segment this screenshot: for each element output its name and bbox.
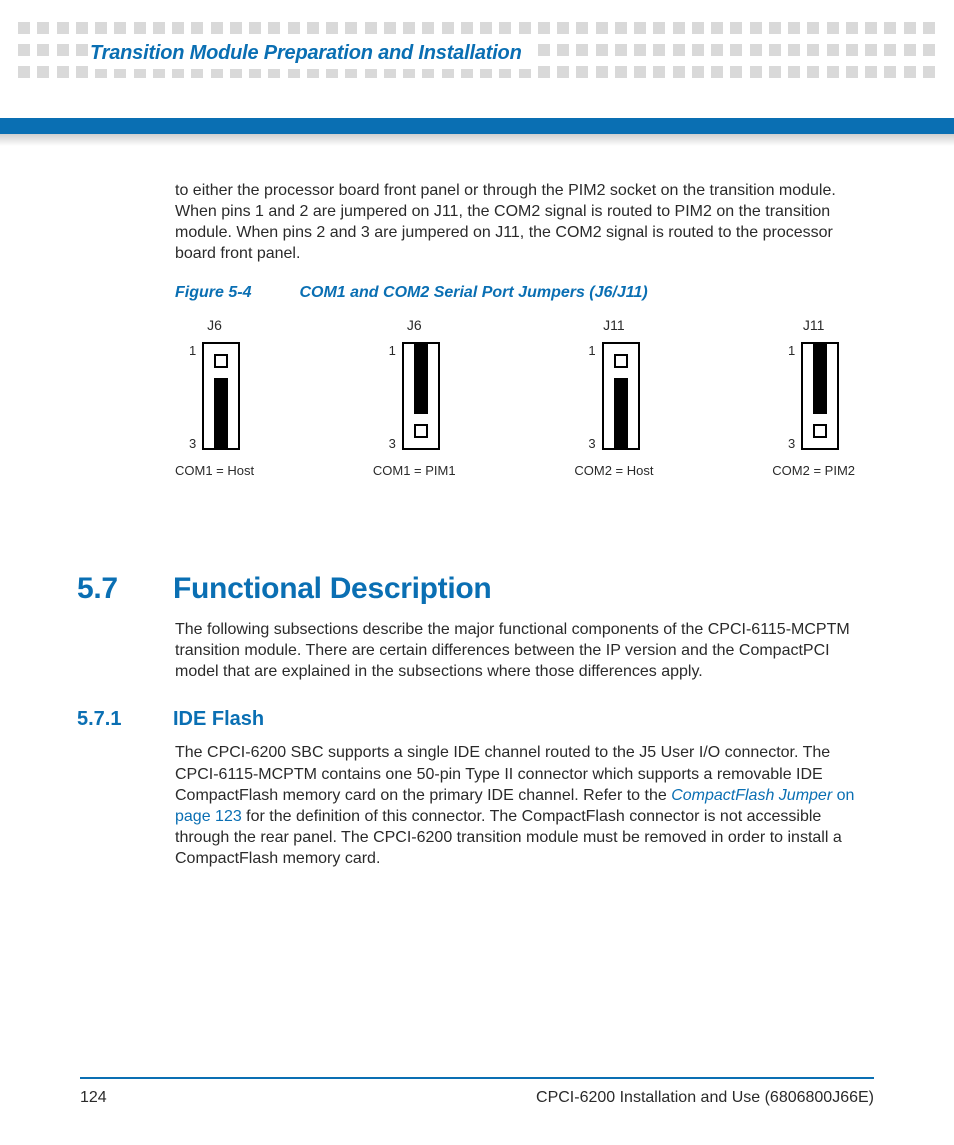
paragraph: to either the processor board front pane… (175, 180, 875, 264)
paragraph: The CPCI-6200 SBC supports a single IDE … (175, 742, 875, 869)
jumper-diagram: J6 13 COM1 = Host (175, 316, 254, 480)
figure-jumpers: J6 13 COM1 = Host J6 13 COM1 = PIM1 J11 13 COM2 … (175, 316, 855, 480)
page-number: 124 (80, 1089, 107, 1107)
jumper-box (202, 342, 240, 450)
subsection-heading: 5.7.1IDE Flash (175, 706, 875, 732)
page-footer: 124 CPCI-6200 Installation and Use (6806… (80, 1077, 874, 1107)
jumper-caption: COM2 = Host (574, 462, 653, 479)
jumper-name: J11 (803, 316, 825, 334)
header-blue-bar (0, 108, 954, 134)
header-shadow (0, 134, 954, 146)
jumper-caption: COM1 = PIM1 (373, 462, 456, 479)
jumper-box (602, 342, 640, 450)
jumper-name: J6 (207, 316, 222, 334)
header-dots-row (0, 22, 954, 34)
chapter-title: Transition Module Preparation and Instal… (90, 38, 534, 69)
paragraph: The following subsections describe the m… (175, 619, 875, 682)
jumper-diagram: J11 13 COM2 = Host (574, 316, 653, 480)
document-id: CPCI-6200 Installation and Use (6806800J… (536, 1089, 874, 1107)
section-number: 5.7 (77, 569, 173, 609)
jumper-box (402, 342, 440, 450)
pin-labels: 13 (189, 342, 196, 452)
section-heading: 5.7Functional Description (175, 569, 875, 609)
figure-title: COM1 and COM2 Serial Port Jumpers (J6/J1… (299, 284, 647, 301)
pin-labels: 13 (788, 342, 795, 452)
jumper-name: J11 (603, 316, 625, 334)
pin-labels: 13 (588, 342, 595, 452)
jumper-box (801, 342, 839, 450)
jumper-caption: COM2 = PIM2 (772, 462, 855, 479)
figure-caption: Figure 5-4 COM1 and COM2 Serial Port Jum… (175, 282, 875, 303)
paragraph-text: for the definition of this connector. Th… (175, 808, 842, 867)
pin-labels: 13 (389, 342, 396, 452)
section-title: Functional Description (173, 572, 491, 605)
jumper-diagram: J11 13 COM2 = PIM2 (772, 316, 855, 480)
subsection-title: IDE Flash (173, 708, 264, 730)
jumper-name: J6 (407, 316, 422, 334)
subsection-number: 5.7.1 (77, 706, 173, 732)
jumper-diagram: J6 13 COM1 = PIM1 (373, 316, 456, 480)
jumper-caption: COM1 = Host (175, 462, 254, 479)
figure-number: Figure 5-4 (175, 282, 295, 303)
